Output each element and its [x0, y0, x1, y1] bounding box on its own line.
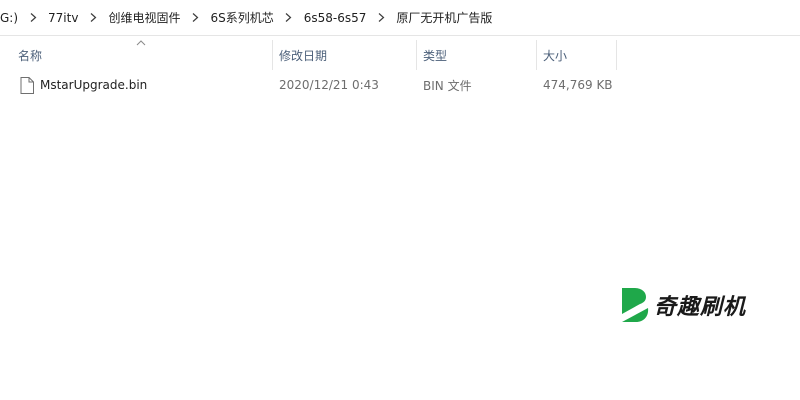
- column-date[interactable]: 修改日期: [273, 40, 417, 70]
- logo-mark-icon: [622, 288, 649, 322]
- column-date-label: 修改日期: [279, 48, 328, 63]
- sort-up-icon: [136, 40, 146, 46]
- chevron-right-icon[interactable]: [282, 7, 296, 29]
- watermark-logo: 奇趣刷机: [620, 285, 746, 325]
- breadcrumb-skyworth-firmware[interactable]: 创维电视固件: [104, 7, 184, 29]
- file-row[interactable]: MstarUpgrade.bin 2020/12/21 0:43 BIN 文件 …: [0, 72, 800, 98]
- chevron-right-icon[interactable]: [26, 7, 40, 29]
- chevron-right-icon[interactable]: [188, 7, 202, 29]
- file-icon: [20, 76, 34, 94]
- file-size: 474,769 KB: [543, 78, 613, 92]
- breadcrumb-6s-series[interactable]: 6S系列机芯: [206, 7, 277, 29]
- breadcrumb-77itv[interactable]: 77itv: [44, 7, 82, 29]
- address-bar[interactable]: G:) 77itv 创维电视固件 6S系列机芯 6s58-6s57 原厂无开机广…: [0, 0, 800, 36]
- column-size[interactable]: 大小: [537, 40, 617, 70]
- breadcrumb-6s58-6s57[interactable]: 6s58-6s57: [300, 7, 371, 29]
- chevron-right-icon[interactable]: [86, 7, 100, 29]
- column-size-label: 大小: [543, 48, 568, 63]
- column-header: 名称 修改日期 类型 大小: [0, 40, 800, 70]
- file-type: BIN 文件: [423, 78, 472, 93]
- breadcrumb-drive[interactable]: G:): [0, 7, 22, 29]
- file-name: MstarUpgrade.bin: [40, 78, 148, 92]
- column-name[interactable]: 名称: [0, 40, 273, 70]
- file-date: 2020/12/21 0:43: [279, 78, 379, 92]
- file-list: MstarUpgrade.bin 2020/12/21 0:43 BIN 文件 …: [0, 72, 800, 98]
- column-name-label: 名称: [18, 48, 43, 63]
- column-type-label: 类型: [423, 48, 448, 63]
- file-name-cell[interactable]: MstarUpgrade.bin: [0, 72, 273, 98]
- breadcrumb-current-folder[interactable]: 原厂无开机广告版: [392, 7, 496, 29]
- column-type[interactable]: 类型: [417, 40, 537, 70]
- chevron-right-icon[interactable]: [374, 7, 388, 29]
- file-explorer-window: G:) 77itv 创维电视固件 6S系列机芯 6s58-6s57 原厂无开机广…: [0, 0, 800, 400]
- watermark-text: 奇趣刷机: [654, 294, 747, 320]
